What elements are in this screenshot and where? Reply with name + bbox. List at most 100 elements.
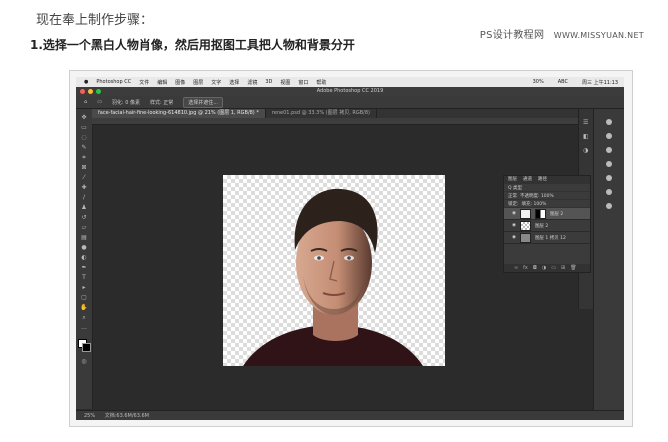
layer-name: 图层 1 拷贝 12 (534, 235, 566, 241)
layer-mask-thumbnail[interactable] (534, 208, 546, 219)
adjustment-layer-icon[interactable]: ◑ (542, 265, 546, 271)
eraser-tool-icon[interactable]: ▱ (80, 225, 88, 231)
apple-icon[interactable]: ● (84, 79, 88, 85)
menu-app[interactable]: Photoshop CC (96, 79, 131, 85)
tools-panel: ✥ ▭ ◌ ✎ ⌗ ⊠ ⁄ ✚ ∕ ♟ ↺ ▱ ▤ ● ◐ ✒ T ▸ ▢ ✋ … (76, 109, 93, 409)
menu-filter[interactable]: 滤镜 (247, 79, 257, 86)
menu-3d[interactable]: 3D (265, 79, 272, 85)
styles-panel-icon[interactable] (606, 175, 612, 181)
menu-edit[interactable]: 编辑 (157, 79, 167, 86)
tab-paths[interactable]: 路径 (538, 176, 547, 184)
marquee-tool-icon[interactable]: ▭ (80, 125, 88, 131)
color-panel-icon[interactable] (606, 119, 612, 125)
layer-row[interactable]: ◉ 图层 1 拷贝 12 (504, 232, 590, 244)
lock-label: 锁定: (508, 201, 519, 207)
layer-name: 图层 2 (549, 211, 564, 217)
crop-tool-icon[interactable]: ⌗ (80, 155, 88, 161)
layers-panel-icon[interactable] (606, 189, 612, 195)
zoom-tool-icon[interactable]: ⌕ (80, 315, 88, 321)
type-tool-icon[interactable]: T (80, 275, 88, 281)
trash-icon[interactable]: 🗑 (570, 265, 576, 271)
history-icon[interactable]: ☰ (583, 119, 588, 126)
menu-view[interactable]: 视图 (280, 79, 290, 86)
properties-icon[interactable]: ◧ (583, 133, 589, 140)
watermark: PS设计教程网 WWW.MISSYUAN.NET (480, 26, 644, 41)
hand-tool-icon[interactable]: ✋ (80, 305, 88, 311)
tab-layers[interactable]: 图层 (508, 176, 517, 184)
layer-row[interactable]: ◉ 图层 2 (504, 220, 590, 232)
menu-image[interactable]: 图像 (175, 79, 185, 86)
pen-tool-icon[interactable]: ✒ (80, 265, 88, 271)
document-canvas[interactable] (223, 175, 445, 366)
shape-tool-icon[interactable]: ▢ (80, 295, 88, 301)
visibility-eye-icon[interactable]: ◉ (512, 211, 516, 216)
tab-document-1[interactable]: face-facial-hair-fine-looking-614810.jpg… (92, 109, 266, 118)
adjust-panel-icon[interactable] (606, 161, 612, 167)
tab-channels[interactable]: 通道 (523, 176, 532, 184)
layer-thumbnail (519, 232, 531, 243)
clock-text: 周三 上午11:13 (582, 79, 618, 86)
portrait-image (243, 188, 423, 366)
menu-type[interactable]: 文字 (211, 79, 221, 86)
layer-name: 图层 2 (534, 223, 549, 229)
home-icon[interactable]: ⌂ (84, 99, 87, 105)
quick-mask-icon[interactable]: ◎ (80, 359, 88, 365)
visibility-eye-icon[interactable]: ◉ (512, 223, 516, 228)
window-titlebar: Adobe Photoshop CC 2019 (76, 87, 624, 96)
blur-tool-icon[interactable]: ● (80, 245, 88, 251)
mac-menubar: ● Photoshop CC 文件 编辑 图像 图层 文字 选择 滤镜 3D 视… (76, 77, 624, 87)
close-button[interactable] (80, 89, 85, 94)
quick-select-tool-icon[interactable]: ✎ (80, 145, 88, 151)
select-and-mask-button[interactable]: 选择并遮住... (183, 96, 224, 108)
swatches-panel-icon[interactable] (606, 133, 612, 139)
link-layers-icon[interactable]: ∞ (514, 265, 518, 271)
zoom-button[interactable] (96, 89, 101, 94)
background-color-swatch[interactable] (82, 343, 91, 352)
opacity-field[interactable]: 不透明度: 100% (520, 193, 554, 199)
channels-panel-icon[interactable] (606, 203, 612, 209)
blend-mode-select[interactable]: 正常 (508, 193, 517, 199)
menu-help[interactable]: 帮助 (316, 79, 326, 86)
menu-window[interactable]: 窗口 (298, 79, 308, 86)
style-select[interactable]: 样式: 正常 (150, 99, 173, 106)
minimize-button[interactable] (88, 89, 93, 94)
visibility-eye-icon[interactable]: ◉ (512, 235, 516, 240)
stamp-tool-icon[interactable]: ♟ (80, 205, 88, 211)
feather-field[interactable]: 羽化: 0 像素 (112, 99, 140, 106)
add-mask-icon[interactable]: ◘ (533, 265, 537, 271)
brush-tool-icon[interactable]: ∕ (80, 195, 88, 201)
new-layer-icon[interactable]: ⊞ (561, 265, 565, 271)
gradient-tool-icon[interactable]: ▤ (80, 235, 88, 241)
panel-icons-column (593, 109, 624, 420)
zoom-level[interactable]: 25% (84, 413, 95, 419)
layers-panel-footer: ∞ fx ◘ ◑ ▭ ⊞ 🗑 (504, 264, 590, 272)
layers-panel-tabs: 图层 通道 路径 (504, 176, 590, 184)
fx-icon[interactable]: fx (523, 265, 528, 271)
history-brush-icon[interactable]: ↺ (80, 215, 88, 221)
menu-select[interactable]: 选择 (229, 79, 239, 86)
tab-document-2[interactable]: rene01.psd @ 33.3% (图层 拷贝, RGB/8) (266, 109, 377, 118)
layer-thumbnail (519, 220, 531, 231)
path-select-tool-icon[interactable]: ▸ (80, 285, 88, 291)
menu-layer[interactable]: 图层 (193, 79, 203, 86)
dodge-tool-icon[interactable]: ◐ (80, 255, 88, 261)
horizontal-ruler (92, 118, 598, 125)
menu-file[interactable]: 文件 (139, 79, 149, 86)
new-group-icon[interactable]: ▭ (551, 265, 556, 271)
adjustments-icon[interactable]: ◑ (583, 147, 588, 154)
doc-size[interactable]: 文档:63.6M/63.6M (105, 413, 149, 419)
kind-filter-select[interactable]: Q 类型 (508, 185, 522, 191)
intro-text: 现在奉上制作步骤： (36, 13, 154, 28)
healing-tool-icon[interactable]: ✚ (80, 185, 88, 191)
fill-field[interactable]: 填充: 100% (522, 201, 547, 207)
input-method[interactable]: ABC (558, 79, 568, 86)
more-tools-icon[interactable]: … (80, 325, 88, 331)
move-tool-icon[interactable]: ✥ (80, 115, 88, 121)
libraries-panel-icon[interactable] (606, 147, 612, 153)
layer-row[interactable]: ◉ 图层 2 (504, 208, 590, 220)
document-tabs: face-facial-hair-fine-looking-614810.jpg… (92, 109, 598, 118)
marquee-tool-icon[interactable]: ▭ (97, 99, 102, 105)
lasso-tool-icon[interactable]: ◌ (80, 135, 88, 141)
eyedropper-tool-icon[interactable]: ⁄ (80, 175, 88, 181)
frame-tool-icon[interactable]: ⊠ (80, 165, 88, 171)
